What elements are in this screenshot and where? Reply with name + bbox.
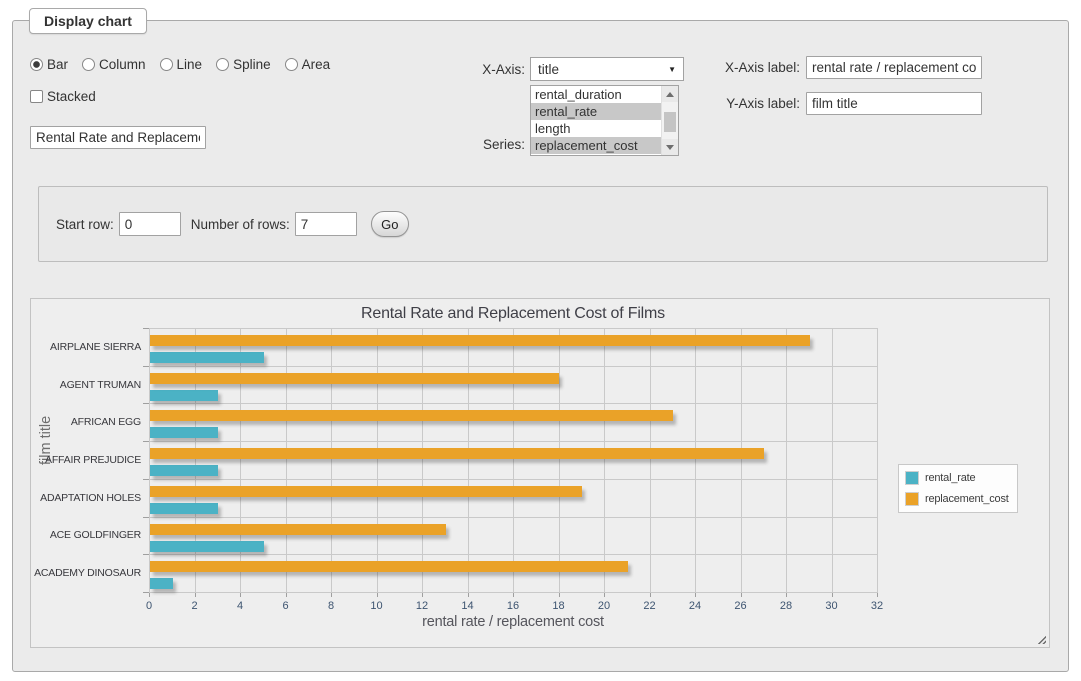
stacked-checkbox[interactable] bbox=[30, 90, 43, 103]
x-tick-label: 26 bbox=[726, 600, 756, 612]
category-label: AIRPLANE SIERRA bbox=[31, 341, 141, 353]
x-tick-label: 32 bbox=[862, 600, 892, 612]
x-tick-label: 16 bbox=[498, 600, 528, 612]
legend-swatch-replacement_cost bbox=[905, 492, 919, 506]
x-tick-label: 4 bbox=[225, 600, 255, 612]
bar-rental_rate bbox=[150, 503, 218, 514]
category-label: ADAPTATION HOLES bbox=[31, 492, 141, 504]
category-label: AFFAIR PREJUDICE bbox=[31, 454, 141, 466]
legend-entry: rental_rate bbox=[905, 471, 1009, 485]
start-row-input[interactable] bbox=[119, 212, 181, 236]
column-radio[interactable] bbox=[82, 58, 95, 71]
bar-radio[interactable] bbox=[30, 58, 43, 71]
chart-type-column[interactable]: Column bbox=[82, 57, 146, 72]
legend-label: rental_rate bbox=[925, 472, 975, 484]
x-tick-label: 22 bbox=[635, 600, 665, 612]
x-tick-label: 0 bbox=[134, 600, 164, 612]
num-rows-input[interactable] bbox=[295, 212, 357, 236]
line-radio[interactable] bbox=[160, 58, 173, 71]
column-radio-label: Column bbox=[99, 57, 146, 72]
rows-form: Start row: Number of rows: Go bbox=[38, 186, 1048, 262]
category-label: AFRICAN EGG bbox=[31, 416, 141, 428]
chart-type-bar[interactable]: Bar bbox=[30, 57, 68, 72]
bar-rental_rate bbox=[150, 352, 264, 363]
bar-replacement_cost bbox=[150, 448, 764, 459]
bar-replacement_cost bbox=[150, 524, 446, 535]
x-axis-title: rental rate / replacement cost bbox=[149, 614, 877, 630]
series-label: Series: bbox=[430, 137, 525, 152]
bar-rental_rate bbox=[150, 578, 173, 589]
x-tick-label: 6 bbox=[271, 600, 301, 612]
scroll-down-icon[interactable] bbox=[662, 139, 678, 155]
series-option-replacement_cost[interactable]: replacement_cost bbox=[531, 137, 661, 154]
chart-type-radio-group: Bar Column Line Spline Area bbox=[30, 57, 339, 72]
y-axis-label-caption: Y-Axis label: bbox=[700, 96, 800, 111]
start-row-label: Start row: bbox=[56, 217, 114, 232]
chart-container: Rental Rate and Replacement Cost of Film… bbox=[30, 298, 1050, 648]
chart-type-line[interactable]: Line bbox=[160, 57, 203, 72]
chart-title: Rental Rate and Replacement Cost of Film… bbox=[149, 305, 877, 323]
series-option-length[interactable]: length bbox=[531, 120, 661, 137]
x-tick-label: 2 bbox=[180, 600, 210, 612]
chart-title-input[interactable] bbox=[30, 126, 206, 149]
bar-replacement_cost bbox=[150, 486, 582, 497]
spline-radio[interactable] bbox=[216, 58, 229, 71]
chevron-down-icon: ▼ bbox=[668, 65, 676, 74]
legend-entry: replacement_cost bbox=[905, 492, 1009, 506]
category-label: ACE GOLDFINGER bbox=[31, 529, 141, 541]
x-axis-selected-value: title bbox=[538, 62, 559, 77]
x-axis-label-caption: X-Axis label: bbox=[700, 60, 800, 75]
chart-type-spline[interactable]: Spline bbox=[216, 57, 271, 72]
bar-replacement_cost bbox=[150, 410, 673, 421]
y-axis-label-input[interactable] bbox=[806, 92, 982, 115]
num-rows-label: Number of rows: bbox=[191, 217, 290, 232]
scroll-up-icon[interactable] bbox=[662, 86, 678, 102]
x-tick-label: 18 bbox=[544, 600, 574, 612]
x-tick-label: 28 bbox=[771, 600, 801, 612]
area-radio-label: Area bbox=[302, 57, 331, 72]
x-tick-label: 8 bbox=[316, 600, 346, 612]
category-label: AGENT TRUMAN bbox=[31, 379, 141, 391]
x-axis-select-label: X-Axis: bbox=[430, 62, 525, 77]
chart-legend: rental_rate replacement_cost bbox=[898, 464, 1018, 513]
series-option-rental_rate[interactable]: rental_rate bbox=[531, 103, 661, 120]
line-radio-label: Line bbox=[177, 57, 203, 72]
bar-rental_rate bbox=[150, 390, 218, 401]
area-radio[interactable] bbox=[285, 58, 298, 71]
chart-type-area[interactable]: Area bbox=[285, 57, 331, 72]
resize-handle-icon[interactable] bbox=[1036, 634, 1046, 644]
bar-rental_rate bbox=[150, 465, 218, 476]
display-chart-fieldset: Display chart Bar Column Line Spline Are… bbox=[12, 20, 1069, 672]
x-axis-label-input[interactable] bbox=[806, 56, 982, 79]
x-axis-select[interactable]: title ▼ bbox=[530, 57, 684, 81]
scrollbar-thumb[interactable] bbox=[664, 112, 676, 132]
bar-replacement_cost bbox=[150, 373, 559, 384]
bar-rental_rate bbox=[150, 541, 264, 552]
fieldset-legend: Display chart bbox=[29, 8, 147, 34]
x-tick-label: 24 bbox=[680, 600, 710, 612]
spline-radio-label: Spline bbox=[233, 57, 271, 72]
series-scrollbar[interactable] bbox=[661, 86, 678, 155]
series-listbox-options: rental_durationrental_ratelengthreplacem… bbox=[531, 86, 661, 155]
bar-replacement_cost bbox=[150, 335, 810, 346]
x-tick-label: 30 bbox=[817, 600, 847, 612]
x-tick-label: 20 bbox=[589, 600, 619, 612]
category-label: ACADEMY DINOSAUR bbox=[31, 567, 141, 579]
go-button[interactable]: Go bbox=[371, 211, 409, 237]
series-listbox[interactable]: rental_durationrental_ratelengthreplacem… bbox=[530, 85, 679, 156]
bar-rental_rate bbox=[150, 427, 218, 438]
legend-swatch-rental_rate bbox=[905, 471, 919, 485]
x-tick-label: 14 bbox=[453, 600, 483, 612]
legend-label: replacement_cost bbox=[925, 493, 1009, 505]
bar-replacement_cost bbox=[150, 561, 628, 572]
stacked-label: Stacked bbox=[47, 89, 96, 104]
series-option-rental_duration[interactable]: rental_duration bbox=[531, 86, 661, 103]
x-tick-label: 12 bbox=[407, 600, 437, 612]
bar-radio-label: Bar bbox=[47, 57, 68, 72]
stacked-checkbox-row[interactable]: Stacked bbox=[30, 89, 96, 104]
x-tick-label: 10 bbox=[362, 600, 392, 612]
